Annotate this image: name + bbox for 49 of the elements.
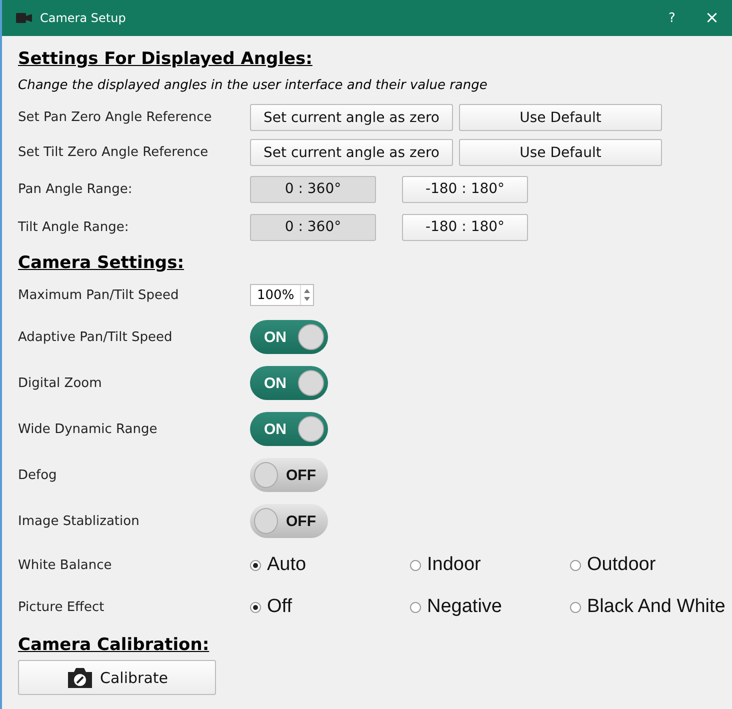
toggle-switch[interactable]: OFF bbox=[250, 504, 328, 538]
section-description: Change the displayed angles in the user interface and their value range bbox=[18, 77, 488, 95]
close-button[interactable]: × bbox=[692, 8, 732, 28]
radio-indicator[interactable] bbox=[570, 602, 581, 612]
range-button[interactable]: 0 : 360° bbox=[250, 176, 376, 202]
calibrate-button[interactable]: Calibrate bbox=[18, 660, 216, 695]
radio-option[interactable]: Off bbox=[250, 596, 410, 618]
setting-label: White Balance bbox=[18, 558, 113, 572]
push-button[interactable]: Use Default bbox=[459, 139, 662, 166]
camera-icon bbox=[66, 666, 94, 690]
toggle-switch[interactable]: ON bbox=[250, 366, 328, 400]
section-heading: Settings For Displayed Angles: bbox=[18, 48, 312, 71]
toggle-switch[interactable]: ON bbox=[250, 320, 328, 354]
radio-indicator[interactable] bbox=[250, 560, 261, 570]
radio-option[interactable]: Auto bbox=[250, 554, 410, 576]
radio-indicator[interactable] bbox=[410, 602, 421, 612]
setting-label: Digital Zoom bbox=[18, 376, 103, 390]
section-heading: Camera Settings: bbox=[18, 252, 184, 275]
radio-indicator[interactable] bbox=[250, 602, 261, 612]
setting-label: Adaptive Pan/Tilt Speed bbox=[18, 330, 174, 344]
help-button[interactable]: ? bbox=[652, 10, 692, 26]
range-button[interactable]: -180 : 180° bbox=[402, 176, 528, 202]
setting-label: Image Stablization bbox=[18, 514, 140, 528]
speed-spinbox[interactable]: 100% bbox=[250, 284, 314, 306]
radio-indicator[interactable] bbox=[410, 560, 421, 570]
toggle-switch[interactable]: OFF bbox=[250, 458, 328, 492]
setting-label: Wide Dynamic Range bbox=[18, 422, 158, 436]
push-button[interactable]: Use Default bbox=[459, 104, 662, 131]
setting-label: Tilt Angle Range: bbox=[18, 220, 130, 234]
push-button[interactable]: Set current angle as zero bbox=[250, 139, 453, 166]
setting-label: Set Pan Zero Angle Reference bbox=[18, 110, 213, 125]
setting-label: Picture Effect bbox=[18, 600, 106, 614]
radio-indicator[interactable] bbox=[570, 560, 581, 570]
push-button[interactable]: Set current angle as zero bbox=[250, 104, 453, 131]
radio-option[interactable]: Black And White bbox=[570, 596, 730, 618]
window-title: Camera Setup bbox=[40, 11, 127, 25]
spin-arrows-icon[interactable] bbox=[300, 285, 313, 305]
toggle-switch[interactable]: ON bbox=[250, 412, 328, 446]
setting-label: Set Tilt Zero Angle Reference bbox=[18, 145, 210, 160]
setting-label: Maximum Pan/Tilt Speed bbox=[18, 288, 180, 302]
range-button[interactable]: -180 : 180° bbox=[402, 214, 528, 240]
setting-label: Defog bbox=[18, 468, 58, 482]
radio-option[interactable]: Indoor bbox=[410, 554, 570, 576]
radio-option[interactable]: Negative bbox=[410, 596, 570, 618]
section-heading: Camera Calibration: bbox=[18, 634, 210, 657]
setting-label: Pan Angle Range: bbox=[18, 182, 134, 196]
camera-icon bbox=[16, 12, 32, 24]
range-button[interactable]: 0 : 360° bbox=[250, 214, 376, 240]
radio-option[interactable]: Outdoor bbox=[570, 554, 730, 576]
